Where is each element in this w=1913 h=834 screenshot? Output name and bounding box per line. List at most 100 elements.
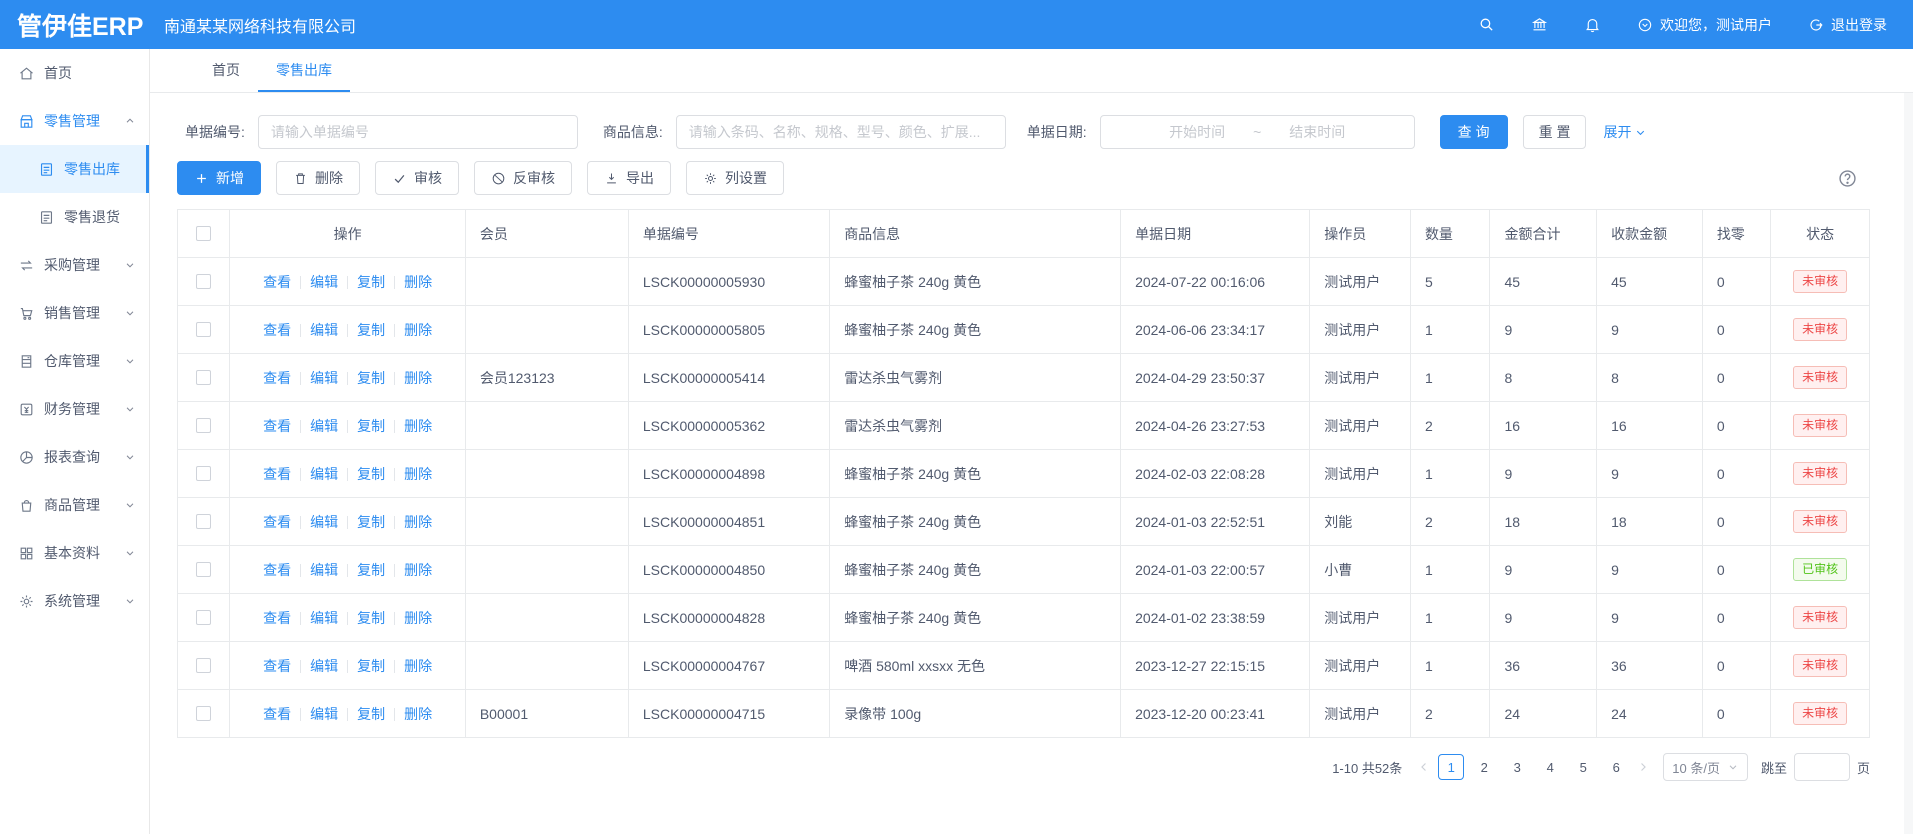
sidebar-item-system[interactable]: 系统管理 (0, 577, 149, 625)
row-action-delete[interactable]: 删除 (404, 562, 432, 578)
jump-suffix: 页 (1857, 758, 1870, 777)
order-no-input[interactable] (258, 115, 578, 149)
row-action-copy[interactable]: 复制 (357, 322, 385, 338)
member-cell (465, 450, 628, 498)
sidebar-item-finance[interactable]: 财务管理 (0, 385, 149, 433)
expand-link[interactable]: 展开 (1603, 122, 1647, 142)
row-action-edit[interactable]: 编辑 (310, 418, 338, 434)
row-checkbox[interactable] (196, 370, 211, 385)
page-number-3[interactable]: 3 (1504, 754, 1530, 780)
search-icon[interactable] (1478, 16, 1495, 33)
delete-button[interactable]: 删除 (276, 161, 360, 195)
sidebar-item-sales[interactable]: 销售管理 (0, 289, 149, 337)
prev-page-icon[interactable] (1417, 760, 1431, 774)
column-settings-button[interactable]: 列设置 (686, 161, 784, 195)
row-checkbox[interactable] (196, 418, 211, 433)
table-row: 查看编辑复制删除LSCK00000004850蜂蜜柚子茶 240g 黄色2024… (178, 546, 1870, 594)
row-checkbox[interactable] (196, 322, 211, 337)
row-action-edit[interactable]: 编辑 (310, 610, 338, 626)
row-checkbox[interactable] (196, 562, 211, 577)
row-action-view[interactable]: 查看 (263, 706, 291, 722)
row-action-edit[interactable]: 编辑 (310, 466, 338, 482)
row-action-edit[interactable]: 编辑 (310, 658, 338, 674)
row-action-delete[interactable]: 删除 (404, 610, 432, 626)
row-checkbox[interactable] (196, 658, 211, 673)
row-action-edit[interactable]: 编辑 (310, 370, 338, 386)
page-number-6[interactable]: 6 (1603, 754, 1629, 780)
logout-button[interactable]: 退出登录 (1808, 15, 1887, 35)
page-size-select[interactable]: 10 条/页 (1663, 753, 1748, 781)
row-action-delete[interactable]: 删除 (404, 706, 432, 722)
page-number-2[interactable]: 2 (1471, 754, 1497, 780)
row-action-copy[interactable]: 复制 (357, 274, 385, 290)
row-checkbox[interactable] (196, 274, 211, 289)
sidebar-item-retail-return[interactable]: 零售退货 (0, 193, 149, 241)
sidebar-item-home[interactable]: 首页 (0, 49, 149, 97)
row-action-copy[interactable]: 复制 (357, 706, 385, 722)
sidebar-item-purchase[interactable]: 采购管理 (0, 241, 149, 289)
reset-button[interactable]: 重 置 (1523, 115, 1587, 149)
search-button[interactable]: 查 询 (1440, 115, 1508, 149)
tab-home[interactable]: 首页 (194, 49, 258, 92)
row-action-edit[interactable]: 编辑 (310, 322, 338, 338)
audit-button[interactable]: 审核 (375, 161, 459, 195)
row-action-edit[interactable]: 编辑 (310, 706, 338, 722)
row-checkbox[interactable] (196, 706, 211, 721)
product-info-label: 商品信息: (603, 122, 663, 142)
row-action-view[interactable]: 查看 (263, 466, 291, 482)
ban-icon (491, 171, 506, 186)
row-checkbox[interactable] (196, 514, 211, 529)
row-action-delete[interactable]: 删除 (404, 322, 432, 338)
row-action-edit[interactable]: 编辑 (310, 514, 338, 530)
row-action-view[interactable]: 查看 (263, 418, 291, 434)
row-action-view[interactable]: 查看 (263, 274, 291, 290)
unaudit-button[interactable]: 反审核 (474, 161, 572, 195)
row-action-view[interactable]: 查看 (263, 610, 291, 626)
row-action-view[interactable]: 查看 (263, 658, 291, 674)
row-action-copy[interactable]: 复制 (357, 658, 385, 674)
add-button[interactable]: 新增 (177, 161, 261, 195)
row-action-view[interactable]: 查看 (263, 370, 291, 386)
row-action-delete[interactable]: 删除 (404, 514, 432, 530)
row-action-copy[interactable]: 复制 (357, 418, 385, 434)
tab-retail-outbound[interactable]: 零售出库 (258, 49, 350, 92)
jump-page-input[interactable] (1794, 753, 1850, 781)
page-number-1[interactable]: 1 (1438, 754, 1464, 780)
row-action-delete[interactable]: 删除 (404, 418, 432, 434)
sidebar-item-goods[interactable]: 商品管理 (0, 481, 149, 529)
sidebar-item-retail-outbound[interactable]: 零售出库 (0, 145, 149, 193)
select-all-checkbox[interactable] (196, 226, 211, 241)
row-action-delete[interactable]: 删除 (404, 370, 432, 386)
help-icon[interactable] (1837, 168, 1858, 189)
row-action-view[interactable]: 查看 (263, 322, 291, 338)
row-action-copy[interactable]: 复制 (357, 610, 385, 626)
sidebar-item-basic[interactable]: 基本资料 (0, 529, 149, 577)
row-action-copy[interactable]: 复制 (357, 466, 385, 482)
row-action-edit[interactable]: 编辑 (310, 274, 338, 290)
row-checkbox[interactable] (196, 610, 211, 625)
row-action-delete[interactable]: 删除 (404, 658, 432, 674)
row-action-delete[interactable]: 删除 (404, 274, 432, 290)
sidebar-item-report[interactable]: 报表查询 (0, 433, 149, 481)
scrollbar-track[interactable] (1904, 93, 1913, 834)
page-number-4[interactable]: 4 (1537, 754, 1563, 780)
bank-icon[interactable] (1531, 16, 1548, 33)
next-page-icon[interactable] (1636, 760, 1650, 774)
bell-icon[interactable] (1584, 16, 1601, 33)
date-range-input[interactable]: 开始时间 ~ 结束时间 (1100, 115, 1415, 149)
export-button[interactable]: 导出 (587, 161, 671, 195)
sidebar-item-retail[interactable]: 零售管理 (0, 97, 149, 145)
action-divider (394, 372, 395, 385)
row-action-copy[interactable]: 复制 (357, 562, 385, 578)
row-action-delete[interactable]: 删除 (404, 466, 432, 482)
welcome-user[interactable]: 欢迎您，测试用户 (1637, 15, 1772, 35)
row-action-copy[interactable]: 复制 (357, 370, 385, 386)
row-action-copy[interactable]: 复制 (357, 514, 385, 530)
row-checkbox[interactable] (196, 466, 211, 481)
sidebar-item-warehouse[interactable]: 仓库管理 (0, 337, 149, 385)
row-action-edit[interactable]: 编辑 (310, 562, 338, 578)
page-number-5[interactable]: 5 (1570, 754, 1596, 780)
row-action-view[interactable]: 查看 (263, 514, 291, 530)
product-info-input[interactable] (676, 115, 1006, 149)
row-action-view[interactable]: 查看 (263, 562, 291, 578)
